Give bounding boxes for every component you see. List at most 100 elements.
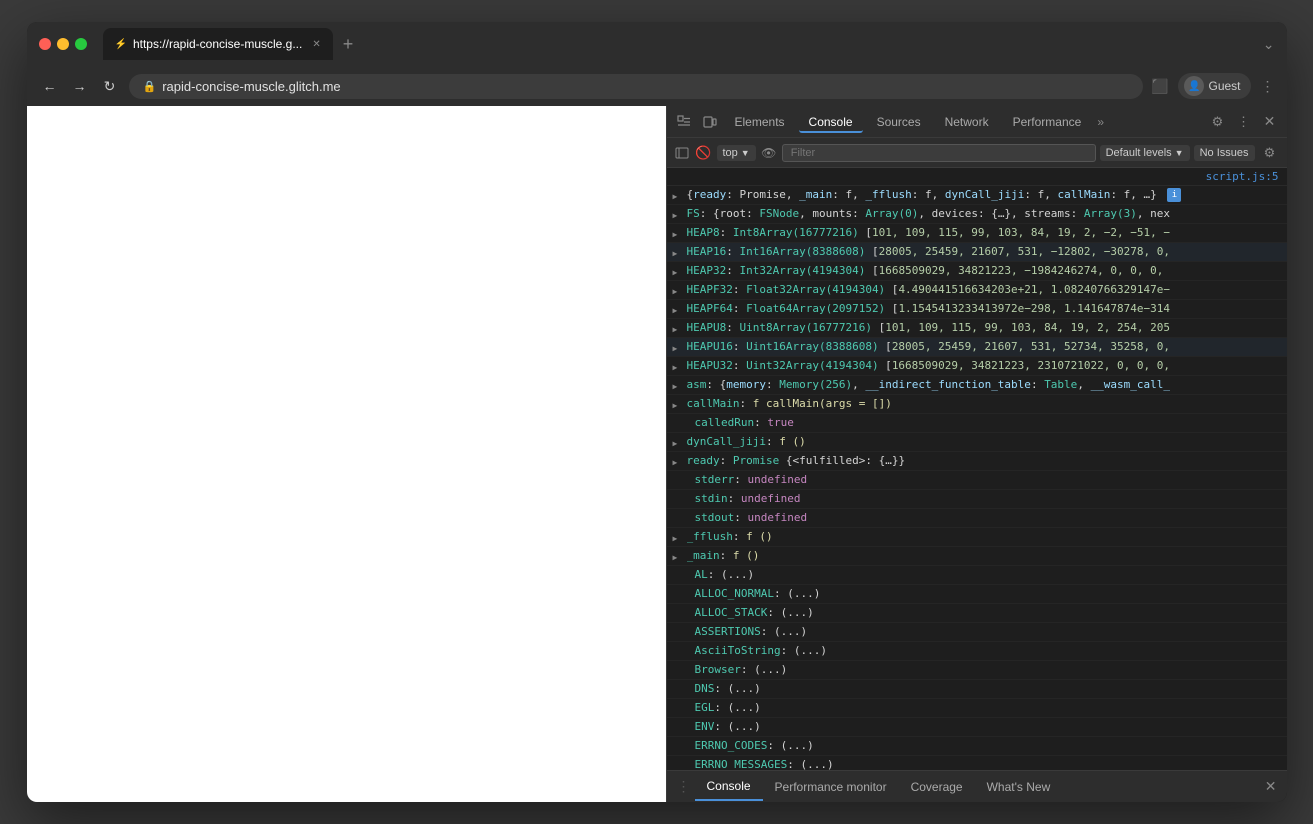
expand-icon: ▶ xyxy=(673,189,678,205)
log-level-selector[interactable]: Default levels ▼ xyxy=(1100,145,1190,161)
console-line[interactable]: ▶ HEAP16: Int16Array(8388608) [28005, 25… xyxy=(667,243,1287,262)
expand-icon: ▶ xyxy=(673,436,678,452)
console-line[interactable]: ERRNO_CODES: (...) xyxy=(667,737,1287,756)
devtools-toolbar: Elements Console Sources Network Perform… xyxy=(667,106,1287,138)
console-line[interactable]: ▶ dynCall_jiji: f () xyxy=(667,433,1287,452)
bottom-tab-console[interactable]: Console xyxy=(695,773,763,801)
cast-icon[interactable]: ⬛ xyxy=(1151,78,1168,95)
minimize-traffic-light[interactable] xyxy=(57,38,69,50)
console-settings-button[interactable]: ⚙ xyxy=(1259,142,1281,164)
console-sidebar-toggle[interactable] xyxy=(673,144,691,162)
console-line[interactable]: Browser: (...) xyxy=(667,661,1287,680)
expand-icon: ▶ xyxy=(673,550,678,566)
tab-more-button[interactable]: ⌄ xyxy=(1263,36,1275,53)
expand-icon: ▶ xyxy=(673,379,678,395)
profile-button[interactable]: 👤 Guest xyxy=(1178,73,1250,99)
main-area: Elements Console Sources Network Perform… xyxy=(27,106,1287,802)
title-bar: ⚡ https://rapid-concise-muscle.g... ✕ + … xyxy=(27,22,1287,66)
expand-icon: ▶ xyxy=(673,531,678,547)
url-input[interactable]: 🔒 rapid-concise-muscle.glitch.me xyxy=(129,74,1144,99)
console-line[interactable]: ▶ HEAP32: Int32Array(4194304) [166850902… xyxy=(667,262,1287,281)
device-toolbar-button[interactable] xyxy=(699,111,721,133)
traffic-lights xyxy=(39,38,87,50)
console-line[interactable]: ▶ FS: {root: FSNode, mounts: Array(0), d… xyxy=(667,205,1287,224)
console-line[interactable]: ▶ HEAPU32: Uint32Array(4194304) [1668509… xyxy=(667,357,1287,376)
lock-icon: 🔒 xyxy=(143,80,157,93)
devtools-more-tabs[interactable]: » xyxy=(1097,115,1104,129)
expand-icon: ▶ xyxy=(673,322,678,338)
console-line[interactable]: ▶ HEAPU8: Uint8Array(16777216) [101, 109… xyxy=(667,319,1287,338)
console-line[interactable]: AsciiToString: (...) xyxy=(667,642,1287,661)
devtools-tab-sources[interactable]: Sources xyxy=(867,111,931,133)
console-line[interactable]: DNS: (...) xyxy=(667,680,1287,699)
devtools-panel: Elements Console Sources Network Perform… xyxy=(667,106,1287,802)
console-line[interactable]: stdout: undefined xyxy=(667,509,1287,528)
console-line[interactable]: EGL: (...) xyxy=(667,699,1287,718)
devtools-tab-network[interactable]: Network xyxy=(935,111,999,133)
console-line[interactable]: stdin: undefined xyxy=(667,490,1287,509)
source-link[interactable]: script.js:5 xyxy=(667,168,1287,186)
console-line[interactable]: ALLOC_STACK: (...) xyxy=(667,604,1287,623)
bottom-tab-whats-new[interactable]: What's New xyxy=(975,774,1063,800)
expand-icon: ▶ xyxy=(673,398,678,414)
console-line[interactable]: ▶ asm: {memory: Memory(256), __indirect_… xyxy=(667,376,1287,395)
devtools-bottom-bar: ⋮ Console Performance monitor Coverage W… xyxy=(667,770,1287,802)
bottom-tab-coverage[interactable]: Coverage xyxy=(899,774,975,800)
console-line[interactable]: calledRun: true xyxy=(667,414,1287,433)
console-eye-icon[interactable]: 👁 xyxy=(760,144,778,162)
inspect-element-button[interactable] xyxy=(673,111,695,133)
expand-icon: ▶ xyxy=(673,265,678,281)
console-line[interactable]: ERRNO_MESSAGES: (...) xyxy=(667,756,1287,770)
clear-console-button[interactable]: 🚫 xyxy=(695,144,713,162)
bottom-tab-performance-monitor[interactable]: Performance monitor xyxy=(763,774,899,800)
url-right-icons: ⬛ 👤 Guest ⋮ xyxy=(1151,73,1274,99)
no-issues-button[interactable]: No Issues xyxy=(1194,145,1255,161)
forward-button[interactable]: → xyxy=(69,78,91,94)
browser-viewport xyxy=(27,106,667,802)
console-line[interactable]: ASSERTIONS: (...) xyxy=(667,623,1287,642)
devtools-tab-elements[interactable]: Elements xyxy=(725,111,795,133)
console-line[interactable]: ▶ ready: Promise {<fulfilled>: {…}} xyxy=(667,452,1287,471)
devtools-close-button[interactable]: ✕ xyxy=(1259,111,1281,133)
console-line[interactable]: ENV: (...) xyxy=(667,718,1287,737)
new-tab-button[interactable]: + xyxy=(337,34,360,55)
menu-button[interactable]: ⋮ xyxy=(1261,78,1275,95)
console-line[interactable]: ▶ _fflush: f () xyxy=(667,528,1287,547)
close-traffic-light[interactable] xyxy=(39,38,51,50)
expand-icon: ▶ xyxy=(673,303,678,319)
maximize-traffic-light[interactable] xyxy=(75,38,87,50)
console-line[interactable]: ▶ HEAPU16: Uint16Array(8388608) [28005, … xyxy=(667,338,1287,357)
avatar: 👤 xyxy=(1184,76,1204,96)
console-line[interactable]: stderr: undefined xyxy=(667,471,1287,490)
expand-icon: ▶ xyxy=(673,246,678,262)
profile-name: Guest xyxy=(1208,79,1240,93)
console-line[interactable]: ALLOC_NORMAL: (...) xyxy=(667,585,1287,604)
console-output[interactable]: script.js:5 ▶ {ready: Promise, _main: f,… xyxy=(667,168,1287,770)
console-line[interactable]: ▶ {ready: Promise, _main: f, _fflush: f,… xyxy=(667,186,1287,205)
browser-window: ⚡ https://rapid-concise-muscle.g... ✕ + … xyxy=(27,22,1287,802)
reload-button[interactable]: ↻ xyxy=(99,78,121,95)
console-filter-input[interactable] xyxy=(782,144,1096,162)
drag-handle[interactable]: ⋮ xyxy=(673,778,695,795)
back-button[interactable]: ← xyxy=(39,78,61,94)
console-line[interactable]: AL: (...) xyxy=(667,566,1287,585)
tab-area: ⚡ https://rapid-concise-muscle.g... ✕ + … xyxy=(103,28,1275,60)
expand-icon: ▶ xyxy=(673,208,678,224)
devtools-tab-console[interactable]: Console xyxy=(799,111,863,133)
tab-favicon: ⚡ xyxy=(115,39,127,50)
devtools-settings-button[interactable]: ⚙ xyxy=(1207,111,1229,133)
context-dropdown-icon: ▼ xyxy=(741,148,750,158)
console-line[interactable]: ▶ callMain: f callMain(args = []) xyxy=(667,395,1287,414)
console-line[interactable]: ▶ HEAPF32: Float32Array(4194304) [4.4904… xyxy=(667,281,1287,300)
devtools-tab-performance[interactable]: Performance xyxy=(1003,111,1092,133)
url-display: rapid-concise-muscle.glitch.me xyxy=(162,79,340,94)
console-line[interactable]: ▶ HEAPF64: Float64Array(2097152) [1.1545… xyxy=(667,300,1287,319)
tab-close-button[interactable]: ✕ xyxy=(312,39,320,50)
bottom-bar-close-button[interactable]: ✕ xyxy=(1261,778,1281,795)
active-tab[interactable]: ⚡ https://rapid-concise-muscle.g... ✕ xyxy=(103,28,333,60)
console-line[interactable]: ▶ HEAP8: Int8Array(16777216) [101, 109, … xyxy=(667,224,1287,243)
console-line[interactable]: ▶ _main: f () xyxy=(667,547,1287,566)
context-selector[interactable]: top ▼ xyxy=(717,145,756,161)
expand-icon: ▶ xyxy=(673,455,678,471)
devtools-more-button[interactable]: ⋮ xyxy=(1233,111,1255,133)
